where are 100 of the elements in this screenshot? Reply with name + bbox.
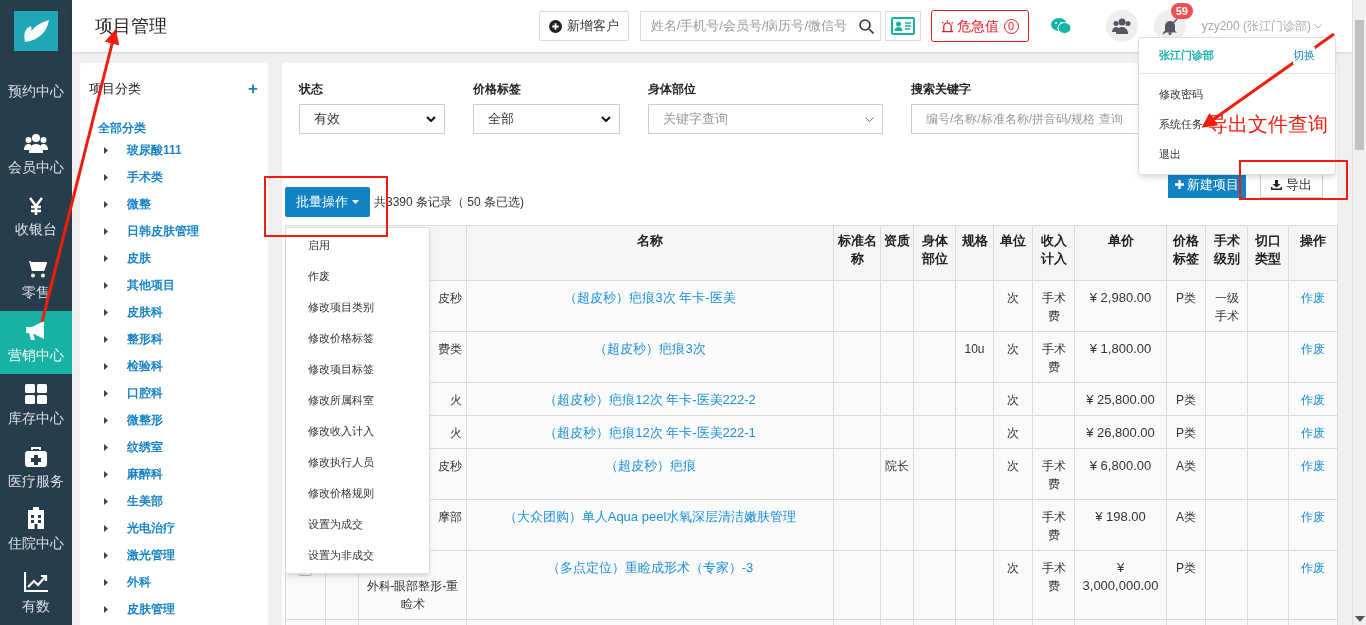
caret-right-icon[interactable] (104, 443, 108, 451)
menu-item[interactable]: 修改密码 (1159, 85, 1203, 103)
tree-item[interactable]: 麻醉科 (127, 465, 163, 483)
tree-item[interactable]: 皮肤 (127, 249, 151, 267)
caret-right-icon[interactable] (104, 416, 108, 424)
tree-item[interactable]: 整形科 (127, 330, 163, 348)
tree-item[interactable]: 生美部 (127, 492, 163, 510)
caret-right-icon[interactable] (104, 335, 108, 343)
sidebar-item[interactable]: 住院中心 (0, 499, 72, 563)
void-link[interactable]: 作废 (1301, 342, 1325, 356)
id-card-button[interactable] (884, 11, 921, 41)
scrollbar[interactable] (1352, 0, 1366, 625)
caret-right-icon[interactable] (104, 578, 108, 586)
caret-right-icon[interactable] (104, 308, 108, 316)
void-link[interactable]: 作废 (1301, 393, 1325, 407)
search-icon[interactable] (858, 18, 874, 34)
menu-item[interactable]: 设置为成交 (308, 516, 363, 533)
sidebar-item[interactable]: 库存中心 (0, 373, 72, 437)
logo (14, 11, 58, 51)
void-link[interactable]: 作废 (1301, 291, 1325, 305)
table-cell: 手术费 (1041, 561, 1066, 593)
filter-select[interactable]: 全部 (473, 104, 620, 134)
tree-item[interactable]: 皮肤科 (127, 303, 163, 321)
caret-right-icon[interactable] (104, 470, 108, 478)
switch-link[interactable]: 切换 (1293, 47, 1315, 64)
filter-label: 价格标签 (473, 81, 522, 98)
menu-item[interactable]: 系统任务 (1159, 115, 1203, 133)
sidebar-item[interactable]: 零售 (0, 248, 72, 312)
batch-actions-button[interactable]: 批量操作 (285, 187, 370, 217)
user-menu-button[interactable]: yzy200 (张江门诊部) (1201, 17, 1322, 35)
filter-select[interactable]: 有效 (299, 104, 445, 134)
caret-right-icon[interactable] (104, 254, 108, 262)
caret-right-icon[interactable] (104, 362, 108, 370)
sidebar-item[interactable]: 预约中心 (0, 59, 72, 123)
chevron-down-icon (1314, 23, 1322, 29)
table-cell: ¥ 2,980.00 (1089, 290, 1152, 305)
void-link[interactable]: 作废 (1301, 510, 1325, 524)
caret-right-icon[interactable] (104, 173, 108, 181)
sidebar-item[interactable]: 收银台 (0, 185, 72, 249)
item-name-link[interactable]: （超皮秒）疤痕 (604, 458, 696, 473)
table-cell: ¥ 3,000,000.00 (1082, 560, 1159, 593)
menu-item[interactable]: 修改项目类别 (308, 299, 374, 316)
item-name-link[interactable]: （超皮秒）疤痕3次 (594, 341, 706, 356)
menu-item[interactable]: 设置为非成交 (308, 547, 374, 564)
menu-item[interactable]: 修改所属科室 (308, 392, 374, 409)
new-customer-button[interactable]: 新增客户 (538, 11, 629, 41)
tree-item[interactable]: 手术类 (127, 168, 163, 186)
filter-select[interactable]: 关键字查询 (648, 104, 883, 134)
chat-bubbles-icon[interactable] (1050, 18, 1071, 34)
caret-right-icon[interactable] (104, 497, 108, 505)
yen-icon (29, 197, 43, 216)
caret-right-icon[interactable] (104, 389, 108, 397)
tree-item[interactable]: 外科 (127, 573, 151, 591)
tree-item[interactable]: 口腔科 (127, 384, 163, 402)
critical-value-button[interactable]: 危急值 0 (930, 10, 1029, 42)
menu-item[interactable]: 修改价格标签 (308, 330, 374, 347)
tree-root[interactable]: 全部分类 (98, 118, 262, 137)
sidebar-item[interactable]: 有数 (0, 562, 72, 625)
caret-right-icon[interactable] (104, 551, 108, 559)
filter-label: 状态 (299, 81, 324, 98)
menu-item[interactable]: 修改收入计入 (308, 423, 374, 440)
menu-item[interactable]: 作废 (308, 268, 330, 285)
table-cell: P类 (1176, 291, 1196, 305)
tree-item[interactable]: 纹绣室 (127, 438, 163, 456)
item-name-link[interactable]: （多点定位）重睑成形术（专家）-3 (546, 560, 754, 575)
void-link[interactable]: 作废 (1301, 459, 1325, 473)
hospital-icon (27, 507, 45, 530)
add-category-button[interactable]: + (248, 80, 258, 98)
table-cell: 手术费 (1041, 342, 1066, 374)
menu-item[interactable]: 修改价格规则 (308, 485, 374, 502)
caret-right-icon[interactable] (104, 281, 108, 289)
caret-right-icon[interactable] (104, 146, 108, 154)
chevron-down-icon (426, 116, 436, 122)
keyword-field[interactable]: 编号/名称/标准名称/拼音码/规格 查询 (911, 104, 1141, 134)
caret-right-icon[interactable] (104, 227, 108, 235)
caret-right-icon[interactable] (104, 605, 108, 613)
void-link[interactable]: 作废 (1301, 426, 1325, 440)
tree-item[interactable]: 检验科 (127, 357, 163, 375)
menu-item[interactable]: 退出 (1159, 145, 1181, 163)
group-button[interactable] (1105, 10, 1138, 42)
caret-right-icon[interactable] (104, 200, 108, 208)
menu-item[interactable]: 启用 (308, 237, 330, 254)
tree-item[interactable]: 日韩皮肤管理 (127, 222, 199, 240)
tree-item[interactable]: 光电治疗 (127, 519, 175, 537)
sidebar-item[interactable]: 营销中心 (0, 311, 72, 374)
item-name-link[interactable]: （超皮秒）疤痕3次 年卡-医美 (564, 290, 736, 305)
tree-item[interactable]: 激光管理 (127, 546, 175, 564)
tree-item[interactable]: 皮肤管理 (127, 600, 175, 618)
notification-badge: 59 (1170, 3, 1193, 19)
menu-item[interactable]: 修改执行人员 (308, 454, 374, 471)
tree-item[interactable]: 其他项目 (127, 276, 175, 294)
tree-item[interactable]: 玻尿酸111 (127, 141, 182, 159)
sidebar-item[interactable]: 医疗服务 (0, 436, 72, 500)
sidebar-item[interactable]: 会员中心 (0, 122, 72, 186)
void-link[interactable]: 作废 (1301, 561, 1325, 575)
caret-right-icon[interactable] (104, 524, 108, 532)
tree-item[interactable]: 微整形 (127, 411, 163, 429)
menu-item[interactable]: 修改项目标签 (308, 361, 374, 378)
search-field[interactable]: 姓名/手机号/会员号/病历号/微信号 (639, 11, 881, 41)
tree-item[interactable]: 微整 (127, 195, 151, 213)
